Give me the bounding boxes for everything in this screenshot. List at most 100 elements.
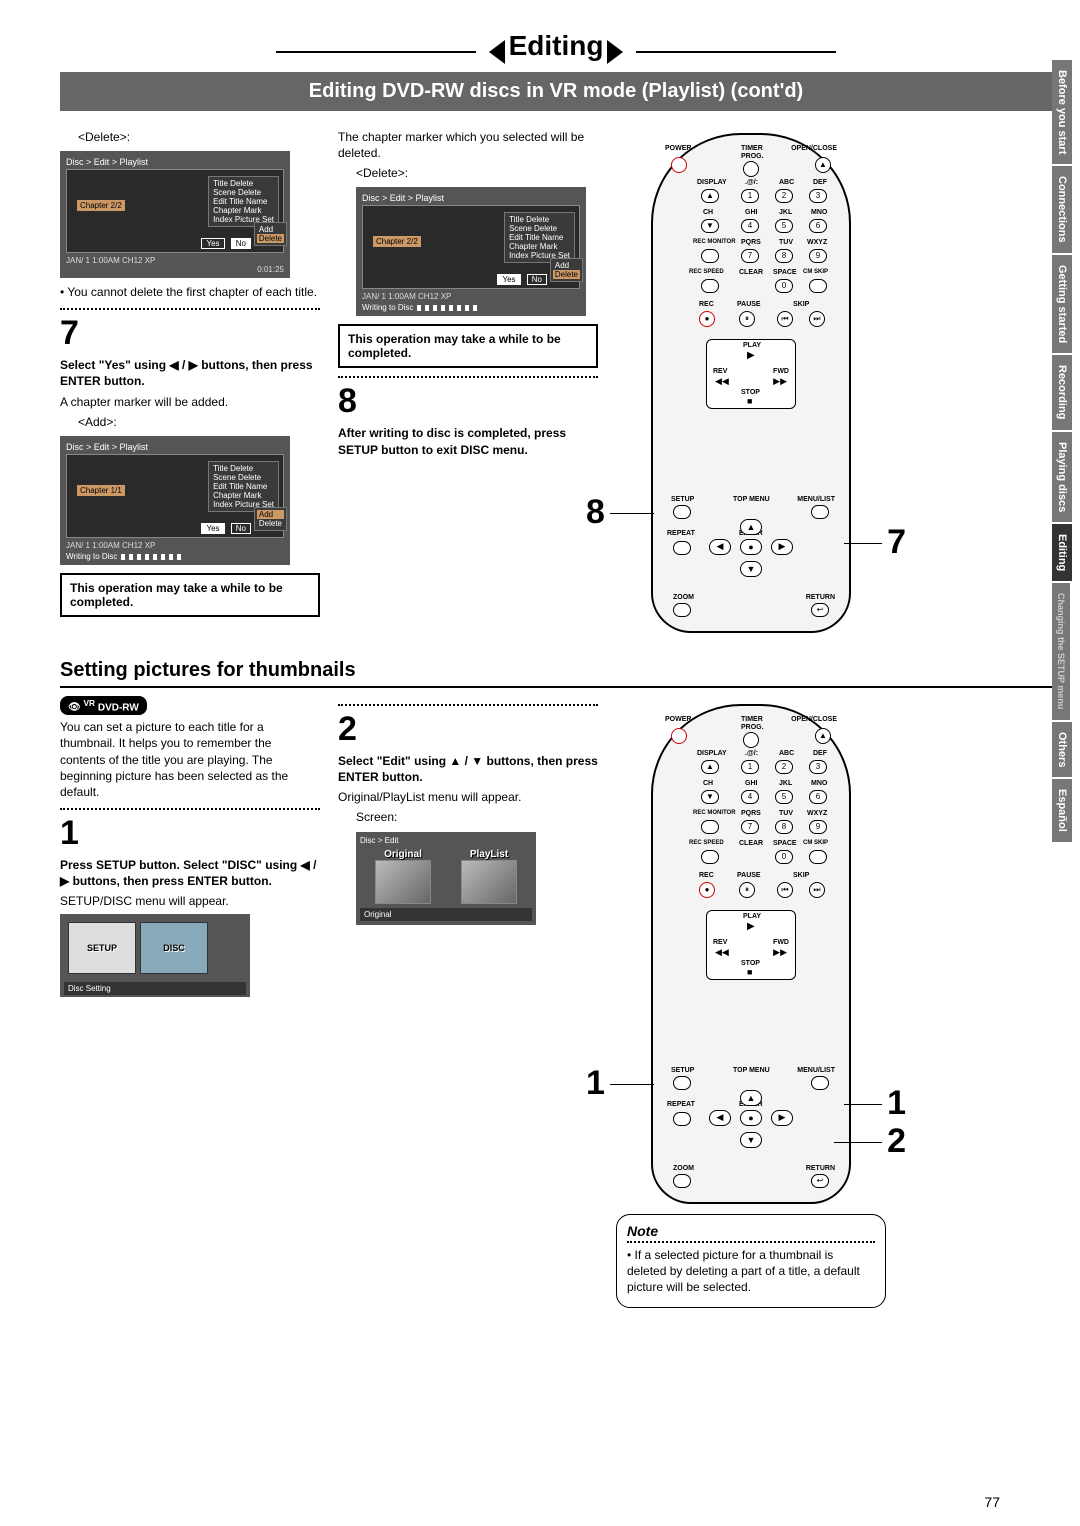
dpad-up-button[interactable]: ▲ xyxy=(740,519,762,535)
ch-down-button[interactable]: ▼ xyxy=(701,790,719,804)
skip-back-button[interactable]: ⏮ xyxy=(777,882,793,898)
edit-osd: Disc > Edit Original PlayList Original xyxy=(356,832,536,925)
pause-button[interactable]: ⏸ xyxy=(739,311,755,327)
repeat-button[interactable] xyxy=(673,541,691,555)
num-8-button[interactable]: 8 xyxy=(775,820,793,834)
recspeed-button[interactable] xyxy=(701,279,719,293)
menulist-button[interactable] xyxy=(811,505,829,519)
return-button[interactable]: ↩ xyxy=(811,603,829,617)
num-7-button[interactable]: 7 xyxy=(741,820,759,834)
dpad-down-button[interactable]: ▼ xyxy=(740,561,762,577)
cmskip-label: CM SKIP xyxy=(803,269,828,275)
dpad-enter-button[interactable]: ● xyxy=(740,1110,762,1126)
play-icon[interactable]: ▶ xyxy=(747,350,755,361)
dpad-left-button[interactable]: ◀ xyxy=(709,539,731,555)
recspeed-button[interactable] xyxy=(701,850,719,864)
skip-back-button[interactable]: ⏮ xyxy=(777,311,793,327)
timer-button[interactable] xyxy=(743,732,759,748)
rec-button[interactable]: ● xyxy=(699,311,715,327)
num-0-button[interactable]: 0 xyxy=(775,850,793,864)
tab-getting-started[interactable]: Getting started xyxy=(1052,255,1072,353)
dpad-enter-button[interactable]: ● xyxy=(740,539,762,555)
fwd-icon[interactable]: ▶▶ xyxy=(773,376,787,387)
num-9-button[interactable]: 9 xyxy=(809,249,827,263)
fwd-icon[interactable]: ▶▶ xyxy=(773,947,787,958)
tab-others[interactable]: Others xyxy=(1052,722,1072,777)
dpad-up-button[interactable]: ▲ xyxy=(740,1090,762,1106)
pause-button[interactable]: ⏸ xyxy=(739,882,755,898)
callout-1-left: 1 xyxy=(586,1064,605,1103)
zoom-button[interactable] xyxy=(673,1174,691,1188)
recmon-button[interactable] xyxy=(701,249,719,263)
dpad-right-button[interactable]: ▶ xyxy=(771,539,793,555)
num-3-button[interactable]: 3 xyxy=(809,189,827,203)
num-2-button[interactable]: 2 xyxy=(775,189,793,203)
openclose-button[interactable]: ▲ xyxy=(815,728,831,744)
dpad: ▲ ▼ ◀ ▶ ● xyxy=(691,513,811,581)
openclose-button[interactable]: ▲ xyxy=(815,157,831,173)
num-4-button[interactable]: 4 xyxy=(741,790,759,804)
menulist-button[interactable] xyxy=(811,1076,829,1090)
cmskip-button[interactable] xyxy=(809,850,827,864)
num-3-button[interactable]: 3 xyxy=(809,760,827,774)
no-option-selected: No xyxy=(231,238,251,249)
power-button[interactable] xyxy=(671,728,687,744)
setup-button[interactable] xyxy=(673,505,691,519)
tab-setup-menu[interactable]: Changing the SETUP menu xyxy=(1052,583,1070,719)
cmskip-button[interactable] xyxy=(809,279,827,293)
stop-icon[interactable]: ■ xyxy=(747,967,752,977)
column-2: The chapter marker which you selected wi… xyxy=(338,125,598,641)
return-button[interactable]: ↩ xyxy=(811,1174,829,1188)
note-divider xyxy=(627,1241,875,1243)
rev-icon[interactable]: ◀◀ xyxy=(715,376,729,387)
num-6-button[interactable]: 6 xyxy=(809,790,827,804)
rev-icon[interactable]: ◀◀ xyxy=(715,947,729,958)
num-9-button[interactable]: 9 xyxy=(809,820,827,834)
display-label: DISPLAY xyxy=(697,179,727,186)
num-1-button[interactable]: 1 xyxy=(741,760,759,774)
yes-option: Yes xyxy=(201,238,224,249)
recspeed-label: REC SPEED xyxy=(689,840,724,846)
skip-fwd-button[interactable]: ⏭ xyxy=(809,882,825,898)
tab-editing[interactable]: Editing xyxy=(1052,524,1072,581)
ch-label: CH xyxy=(703,209,713,216)
stop-label: STOP xyxy=(741,960,760,967)
submenu-item-selected: Delete xyxy=(553,270,580,279)
submenu-item-selected: Add xyxy=(257,510,284,519)
page-title: Editing xyxy=(509,30,604,62)
repeat-button[interactable] xyxy=(673,1112,691,1126)
dpad-down-button[interactable]: ▼ xyxy=(740,1132,762,1148)
num-0-button[interactable]: 0 xyxy=(775,279,793,293)
skip-label: SKIP xyxy=(793,301,809,308)
openclose-label: OPEN/CLOSE xyxy=(791,145,837,152)
remote-control-top: POWER OPEN/CLOSE TIMER PROG. ▲ DISPLAY .… xyxy=(651,133,851,633)
display-button[interactable]: ▲ xyxy=(701,760,719,774)
timer-button[interactable] xyxy=(743,161,759,177)
num-6-button[interactable]: 6 xyxy=(809,219,827,233)
tab-recording[interactable]: Recording xyxy=(1052,355,1072,429)
ch-down-button[interactable]: ▼ xyxy=(701,219,719,233)
play-icon[interactable]: ▶ xyxy=(747,921,755,932)
display-button[interactable]: ▲ xyxy=(701,189,719,203)
setup-button[interactable] xyxy=(673,1076,691,1090)
divider xyxy=(60,308,320,310)
recmon-button[interactable] xyxy=(701,820,719,834)
num-5-button[interactable]: 5 xyxy=(775,219,793,233)
rec-button[interactable]: ● xyxy=(699,882,715,898)
tab-before-you-start[interactable]: Before you start xyxy=(1052,60,1072,164)
tab-espanol[interactable]: Español xyxy=(1052,779,1072,842)
zoom-button[interactable] xyxy=(673,603,691,617)
num-1-button[interactable]: 1 xyxy=(741,189,759,203)
dpad-right-button[interactable]: ▶ xyxy=(771,1110,793,1126)
num-8-button[interactable]: 8 xyxy=(775,249,793,263)
power-button[interactable] xyxy=(671,157,687,173)
tab-connections[interactable]: Connections xyxy=(1052,166,1072,253)
num-7-button[interactable]: 7 xyxy=(741,249,759,263)
num-4-button[interactable]: 4 xyxy=(741,219,759,233)
tab-playing-discs[interactable]: Playing discs xyxy=(1052,432,1072,522)
dpad-left-button[interactable]: ◀ xyxy=(709,1110,731,1126)
num-5-button[interactable]: 5 xyxy=(775,790,793,804)
skip-fwd-button[interactable]: ⏭ xyxy=(809,311,825,327)
num-2-button[interactable]: 2 xyxy=(775,760,793,774)
stop-icon[interactable]: ■ xyxy=(747,396,752,406)
